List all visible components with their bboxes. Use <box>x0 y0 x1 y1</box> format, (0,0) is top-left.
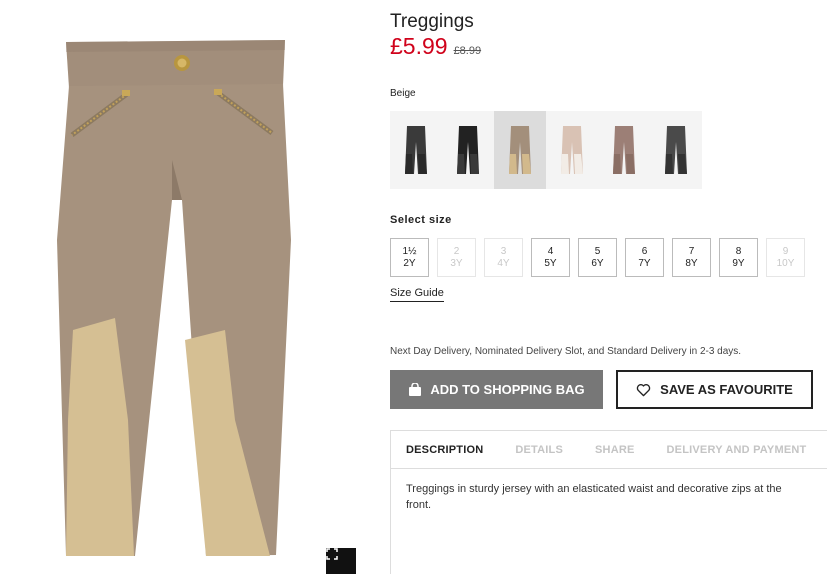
size-option-years: 7Y <box>638 257 651 269</box>
save-favourite-label: SAVE AS FAVOURITE <box>660 382 793 397</box>
size-option-age: 9 <box>782 245 789 257</box>
size-option-years: 10Y <box>776 257 795 269</box>
color-swatch-beige[interactable] <box>494 111 546 189</box>
size-options: 1½ 2Y 2 3Y 3 4Y 4 5Y 5 6Y 6 7Y 7 8Y 8 9Y 9 10Y <box>390 238 805 277</box>
size-option-age: 1½ <box>402 245 417 257</box>
save-favourite-button[interactable]: SAVE AS FAVOURITE <box>616 370 813 409</box>
size-option: 3 4Y <box>484 238 523 277</box>
selected-color-label: Beige <box>390 88 416 99</box>
product-image-treggings <box>57 40 291 556</box>
color-swatch-dusty-floral[interactable] <box>598 111 650 189</box>
size-option-years: 9Y <box>732 257 745 269</box>
size-guide-link[interactable]: Size Guide <box>390 287 444 302</box>
product-image[interactable] <box>0 0 380 574</box>
size-option[interactable]: 8 9Y <box>719 238 758 277</box>
shopping-bag-icon <box>409 383 422 396</box>
add-to-bag-button[interactable]: ADD TO SHOPPING BAG <box>390 370 603 409</box>
fullscreen-icon <box>326 548 338 560</box>
size-option: 2 3Y <box>437 238 476 277</box>
tab-details[interactable]: DETAILS <box>515 444 563 456</box>
size-option-age: 8 <box>735 245 742 257</box>
old-price: £8.99 <box>453 45 482 57</box>
color-swatch-dark-grey[interactable] <box>390 111 442 189</box>
size-option-years: 4Y <box>497 257 510 269</box>
size-option-years: 5Y <box>544 257 557 269</box>
size-option[interactable]: 5 6Y <box>578 238 617 277</box>
size-option-age: 3 <box>500 245 507 257</box>
size-option: 9 10Y <box>766 238 805 277</box>
size-option-age: 6 <box>641 245 648 257</box>
size-option-age: 5 <box>594 245 601 257</box>
size-option[interactable]: 1½ 2Y <box>390 238 429 277</box>
add-to-bag-label: ADD TO SHOPPING BAG <box>430 382 585 397</box>
select-size-label: Select size <box>390 214 452 226</box>
size-option-years: 6Y <box>591 257 604 269</box>
heart-outline-icon <box>636 383 651 396</box>
color-swatch-charcoal[interactable] <box>650 111 702 189</box>
info-tabs: DESCRIPTION DETAILS SHARE DELIVERY AND PAYM… <box>391 431 827 469</box>
tab-delivery-and-payment[interactable]: DELIVERY AND PAYMENT <box>667 444 807 456</box>
swatch-thumbnail <box>613 126 635 174</box>
size-option-age: 7 <box>688 245 695 257</box>
product-description: Treggings in sturdy jersey with an elast… <box>406 483 782 511</box>
tab-share[interactable]: SHARE <box>595 444 635 456</box>
size-option[interactable]: 7 8Y <box>672 238 711 277</box>
size-option-age: 2 <box>453 245 460 257</box>
swatch-thumbnail <box>665 126 687 174</box>
size-option-years: 2Y <box>403 257 416 269</box>
swatch-thumbnail <box>561 126 583 174</box>
size-option-years: 8Y <box>685 257 698 269</box>
color-swatch-black[interactable] <box>442 111 494 189</box>
swatch-thumbnail <box>405 126 427 174</box>
swatch-thumbnail <box>457 126 479 174</box>
size-option-years: 3Y <box>450 257 463 269</box>
swatch-thumbnail <box>509 126 531 174</box>
product-info-panel: DESCRIPTION DETAILS SHARE DELIVERY AND PAYM… <box>390 430 827 574</box>
color-swatches <box>390 111 702 189</box>
size-option[interactable]: 4 5Y <box>531 238 570 277</box>
fullscreen-button[interactable] <box>326 548 356 574</box>
color-swatch-light-pink[interactable] <box>546 111 598 189</box>
product-title: Treggings <box>390 11 474 32</box>
price-row: £5.99 £8.99 <box>390 33 481 60</box>
current-price: £5.99 <box>390 33 448 59</box>
size-option[interactable]: 6 7Y <box>625 238 664 277</box>
size-option-age: 4 <box>547 245 554 257</box>
tab-description[interactable]: DESCRIPTION <box>406 444 483 456</box>
delivery-note: Next Day Delivery, Nominated Delivery Sl… <box>390 346 742 357</box>
